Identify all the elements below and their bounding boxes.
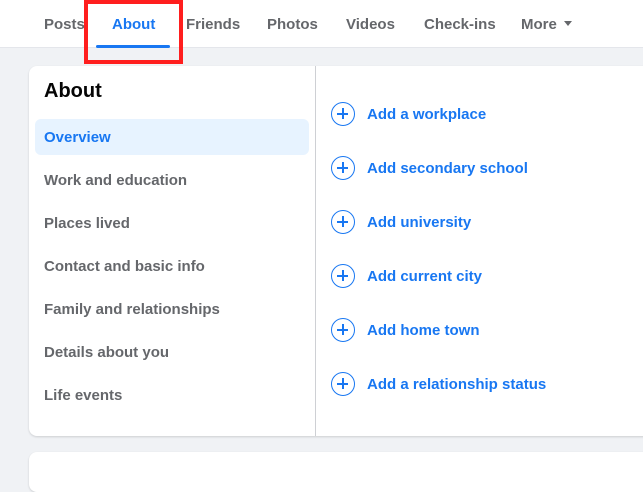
tab-friends[interactable]: Friends [186, 0, 240, 48]
add-secondary-school-link[interactable]: Add secondary school [331, 153, 528, 183]
next-card [29, 452, 643, 492]
about-nav-life-events[interactable]: Life events [35, 377, 309, 413]
tab-friends-label: Friends [186, 15, 241, 33]
about-title: About [44, 80, 102, 102]
about-nav-overview[interactable]: Overview [35, 119, 309, 155]
plus-circle-icon [331, 264, 355, 288]
add-item-label: Add a relationship status [367, 375, 547, 393]
tab-about[interactable]: About [112, 0, 155, 48]
about-nav-label: Family and relationships [44, 300, 220, 318]
tab-about-label: About [112, 15, 156, 33]
about-nav-label: Places lived [44, 214, 130, 232]
tab-photos-label: Photos [267, 15, 318, 33]
about-nav-label: Life events [44, 386, 123, 404]
about-nav-places-lived[interactable]: Places lived [35, 205, 309, 241]
about-nav-family-and-relationships[interactable]: Family and relationships [35, 291, 309, 327]
tab-check-ins[interactable]: Check-ins [424, 0, 496, 48]
tab-videos[interactable]: Videos [346, 0, 395, 48]
add-university-link[interactable]: Add university [331, 207, 471, 237]
tab-videos-label: Videos [346, 15, 395, 33]
plus-circle-icon [331, 210, 355, 234]
about-nav-contact-and-basic-info[interactable]: Contact and basic info [35, 248, 309, 284]
add-item-label: Add current city [367, 267, 483, 285]
add-item-label: Add university [367, 213, 472, 231]
add-current-city-link[interactable]: Add current city [331, 261, 482, 291]
plus-circle-icon [331, 156, 355, 180]
about-nav-label: Overview [44, 128, 111, 146]
add-item-label: Add secondary school [367, 159, 528, 177]
plus-circle-icon [331, 372, 355, 396]
about-nav-details-about-you[interactable]: Details about you [35, 334, 309, 370]
tab-photos[interactable]: Photos [267, 0, 318, 48]
add-relationship-status-link[interactable]: Add a relationship status [331, 369, 546, 399]
active-tab-underline [96, 45, 170, 48]
add-workplace-link[interactable]: Add a workplace [331, 99, 486, 129]
tab-check-ins-label: Check-ins [424, 15, 496, 33]
about-nav-work-and-education[interactable]: Work and education [35, 162, 309, 198]
column-divider [315, 66, 316, 436]
about-nav-label: Work and education [44, 171, 188, 189]
add-item-label: Add a workplace [367, 105, 487, 123]
caret-down-icon [563, 20, 572, 26]
profile-tab-bar: Posts About Friends Photos Videos Check-… [0, 0, 643, 48]
add-home-town-link[interactable]: Add home town [331, 315, 480, 345]
plus-circle-icon [331, 102, 355, 126]
about-nav-label: Details about you [44, 343, 170, 361]
tab-posts[interactable]: Posts [44, 0, 85, 48]
about-card: About Overview Work and education Places… [29, 66, 643, 436]
about-nav-label: Contact and basic info [44, 257, 205, 275]
tab-posts-label: Posts [44, 15, 85, 33]
add-item-label: Add home town [367, 321, 480, 339]
tab-more[interactable]: More [521, 0, 572, 48]
tab-more-label: More [521, 15, 557, 33]
plus-circle-icon [331, 318, 355, 342]
